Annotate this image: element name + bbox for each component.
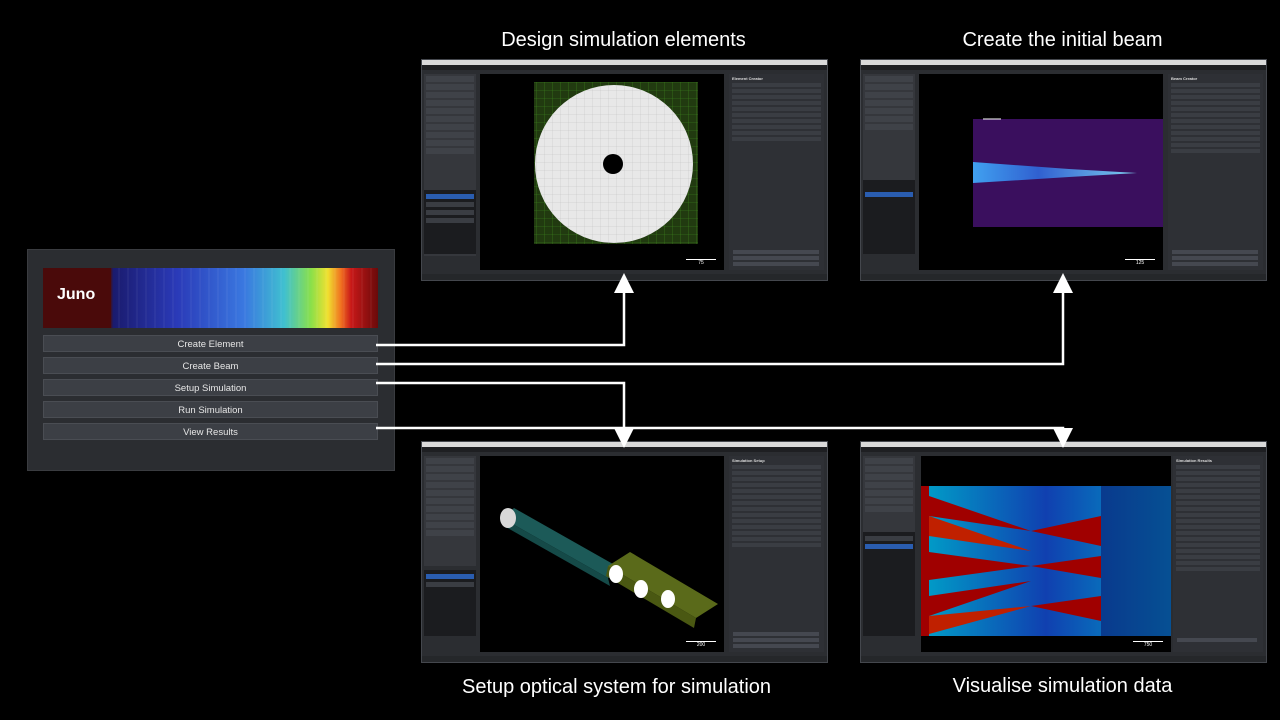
arrow-create-beam [376, 273, 1073, 366]
arrow-create-element [376, 273, 634, 347]
arrow-setup-simulation [376, 381, 634, 448]
arrow-view-results [376, 426, 1073, 448]
workflow-arrows [376, 273, 1073, 448]
